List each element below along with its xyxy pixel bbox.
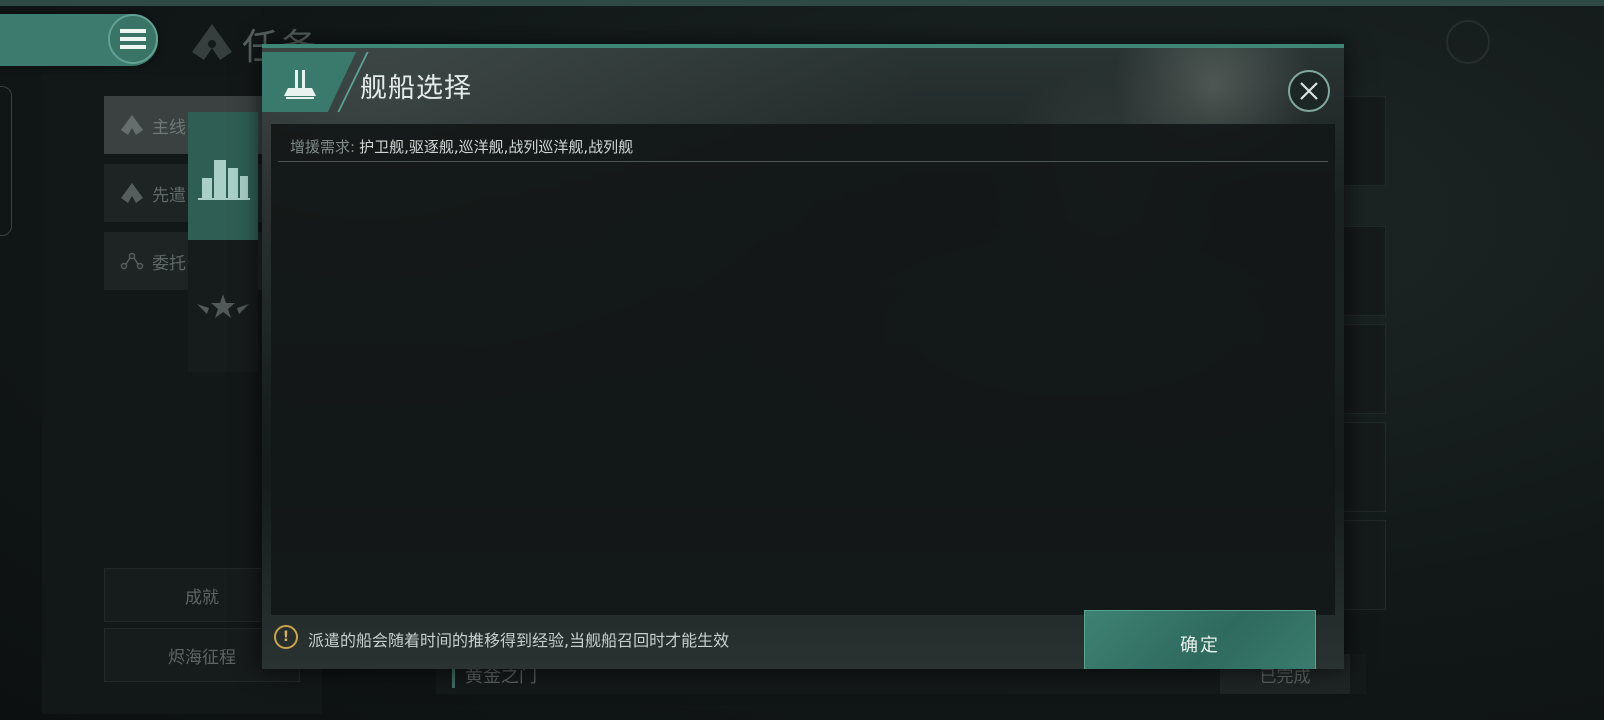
requirement-label: 增援需求: bbox=[290, 138, 356, 156]
close-icon bbox=[1300, 82, 1318, 100]
star-wings-icon bbox=[197, 294, 249, 318]
city-icon bbox=[198, 160, 250, 200]
ship-selection-dialog: 舰船选择 增援需求: 护卫舰,驱逐舰,巡洋舰,战列巡洋舰,战列舰 ! 派遣的船会… bbox=[262, 44, 1344, 669]
side-column bbox=[188, 112, 258, 372]
left-rail bbox=[0, 86, 12, 236]
dialog-footer: ! 派遣的船会随着时间的推移得到经验,当舰船召回时才能生效 确定 bbox=[262, 558, 1344, 669]
exclamation-icon: ! bbox=[274, 625, 298, 649]
requirement-row: 增援需求: 护卫舰,驱逐舰,巡洋舰,战列巡洋舰,战列舰 bbox=[278, 132, 1328, 162]
requirement-value: 护卫舰,驱逐舰,巡洋舰,战列巡洋舰,战列舰 bbox=[359, 138, 634, 156]
close-button[interactable] bbox=[1288, 70, 1330, 112]
menu-button[interactable] bbox=[108, 14, 158, 64]
mainline-icon bbox=[121, 115, 143, 135]
network-icon bbox=[120, 252, 144, 270]
ship-list[interactable]: 增援需求: 护卫舰,驱逐舰,巡洋舰,战列巡洋舰,战列舰 bbox=[271, 124, 1335, 615]
warning-text: 派遣的船会随着时间的推移得到经验,当舰船召回时才能生效 bbox=[308, 631, 730, 650]
background-close-button[interactable] bbox=[1446, 20, 1490, 64]
top-accent-line bbox=[0, 0, 1604, 6]
tab-label: 先遣 bbox=[152, 185, 186, 206]
dialog-header: 舰船选择 bbox=[262, 48, 1344, 116]
tab-label: 主线 bbox=[152, 117, 186, 138]
side-column-active[interactable] bbox=[188, 112, 258, 240]
confirm-button[interactable]: 确定 bbox=[1084, 610, 1316, 669]
vanguard-icon bbox=[121, 183, 143, 203]
faction-emblem-icon bbox=[192, 24, 232, 60]
dialog-title: 舰船选择 bbox=[360, 73, 472, 104]
ship-icon bbox=[284, 70, 316, 99]
tab-label: 委托 bbox=[152, 253, 186, 274]
hamburger-icon bbox=[120, 29, 146, 49]
